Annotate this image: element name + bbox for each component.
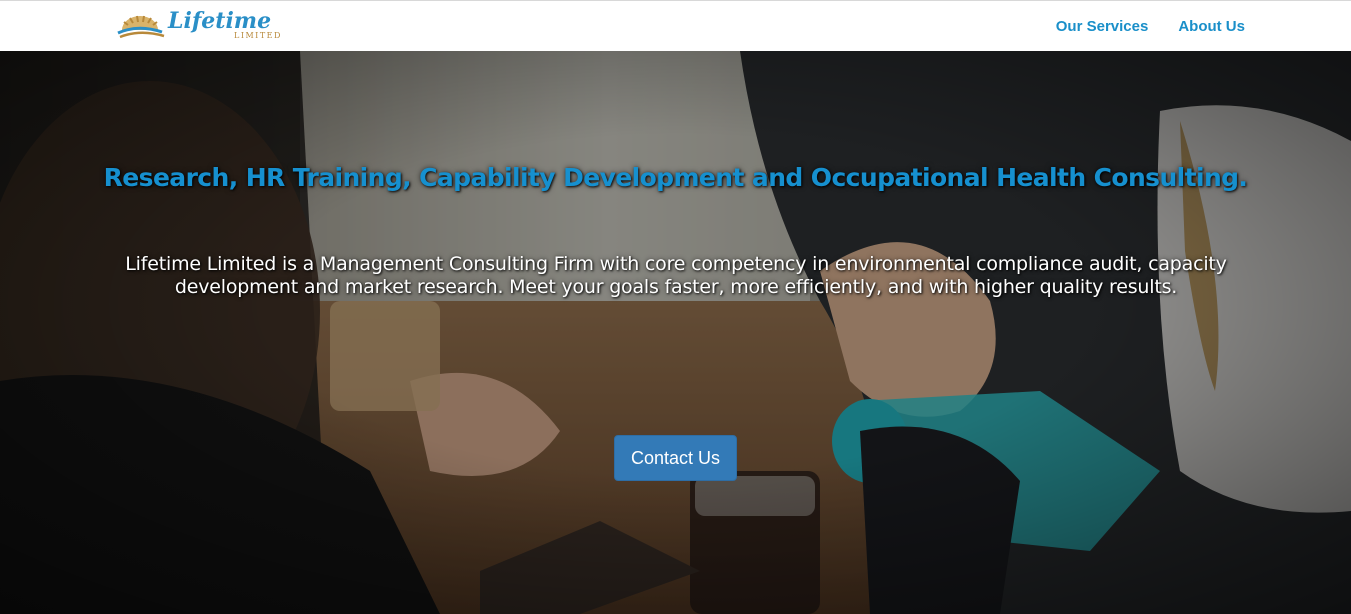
hero-title: Research, HR Training, Capability Develo… xyxy=(103,163,1248,192)
main-nav: Our Services About Us xyxy=(1056,18,1245,35)
contact-us-button[interactable]: Contact Us xyxy=(614,435,737,481)
nav-link-our-services[interactable]: Our Services xyxy=(1056,18,1149,35)
logo-subtext: LIMITED xyxy=(234,31,282,40)
sun-logo-icon xyxy=(117,15,165,39)
top-navbar: Lifetime LIMITED Our Services About Us xyxy=(0,0,1351,51)
brand-logo[interactable]: Lifetime LIMITED xyxy=(116,8,308,40)
nav-link-about-us[interactable]: About Us xyxy=(1178,18,1245,35)
hero-description: Lifetime Limited is a Management Consult… xyxy=(125,253,1227,298)
hero-section: Research, HR Training, Capability Develo… xyxy=(0,51,1351,614)
hero-background-photo xyxy=(0,51,1351,614)
